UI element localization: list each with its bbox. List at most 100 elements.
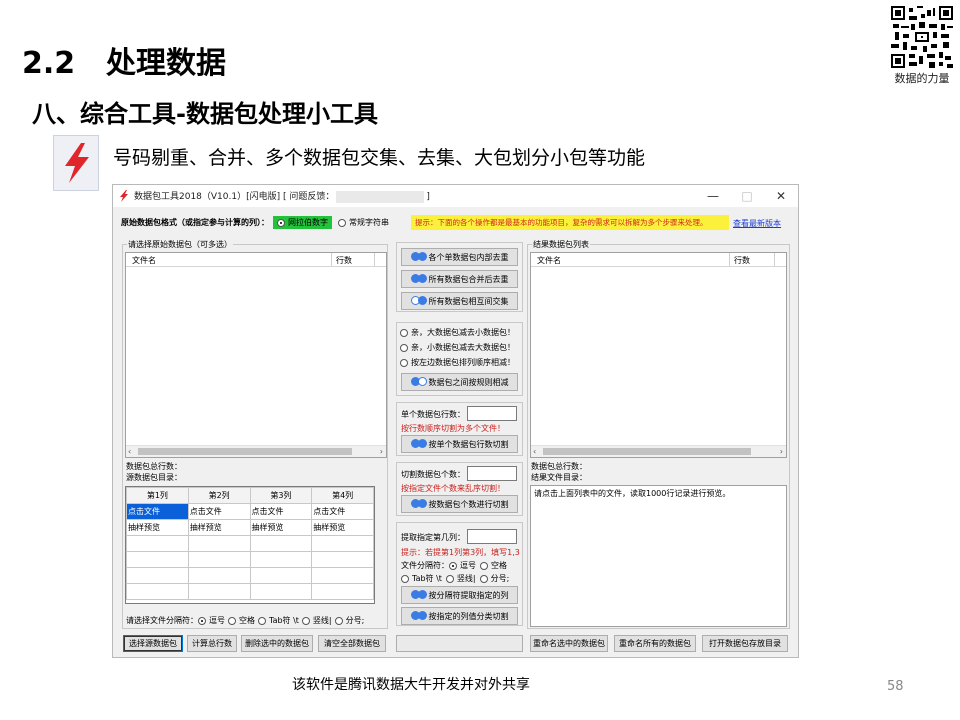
result-col-filename[interactable]: 文件名 — [537, 255, 561, 266]
scroll-right-icon[interactable]: › — [780, 447, 783, 456]
grid-column-header[interactable]: 第3列 — [249, 487, 313, 504]
grid-column-header[interactable]: 第4列 — [311, 487, 374, 504]
file-sep-row1: 文件分隔符： 逗号 空格 — [401, 560, 507, 571]
grid-cell[interactable] — [126, 583, 189, 600]
radio-icon[interactable] — [228, 616, 236, 625]
scroll-left-icon[interactable]: ‹ — [533, 447, 536, 456]
dedup-each-button[interactable]: 各个单数据包内部去重 — [401, 248, 518, 266]
preview-grid[interactable]: 第1列 第2列 第3列 第4列 点击文件 点击文件 点击文件 点击文件 抽样预览 抽样预览 抽样预… — [125, 486, 375, 604]
grid-column-header[interactable]: 第1列 — [126, 487, 189, 504]
single-rows-input[interactable] — [467, 406, 517, 421]
minimize-button[interactable]: — — [696, 185, 730, 207]
source-list-scrollbar[interactable]: ‹ › — [126, 445, 386, 457]
grid-cell[interactable] — [126, 551, 189, 568]
rename-selected-button[interactable]: 重命名选中的数据包 — [530, 635, 608, 652]
grid-cell[interactable] — [311, 551, 374, 568]
result-file-list[interactable]: 文件名 行数 ‹ › — [530, 252, 787, 458]
extract-button[interactable]: 按分隔符提取指定的列 — [401, 586, 518, 604]
result-total-rows: 数据包总行数： — [531, 462, 587, 471]
opt-big-minus-small[interactable]: 亲，大数据包减去小数据包！ — [400, 327, 515, 338]
format-option-number[interactable]: 网拉伯数字 — [273, 216, 332, 229]
grid-cell[interactable]: 抽样预览 — [249, 519, 313, 536]
window-title-suffix: ] — [426, 192, 430, 203]
scroll-thumb[interactable] — [543, 448, 751, 455]
grid-cell[interactable] — [187, 583, 251, 600]
grid-cell[interactable] — [187, 551, 251, 568]
result-list-scrollbar[interactable]: ‹ › — [531, 445, 786, 457]
grid-cell[interactable]: 点击文件 — [187, 503, 251, 520]
scroll-thumb[interactable] — [138, 448, 352, 455]
cut-rows-button[interactable]: 按单个数据包行数切割 — [401, 435, 518, 453]
classify-button[interactable]: 按指定的列值分类切割 — [401, 607, 518, 625]
grid-cell[interactable]: 抽样预览 — [126, 519, 189, 536]
tip-banner: 提示：下面的各个操作都是最基本的功能项目，复杂的需求可以拆解为多个步骤来处理。 — [411, 215, 729, 230]
grid-cell[interactable] — [311, 567, 374, 584]
grid-cell[interactable] — [249, 567, 313, 584]
grid-cell[interactable] — [311, 535, 374, 552]
radio-icon[interactable] — [480, 561, 488, 570]
radio-selected-icon[interactable] — [198, 616, 206, 625]
grid-cell[interactable] — [187, 535, 251, 552]
qr-code-icon — [891, 6, 953, 68]
lightning-icon — [53, 135, 99, 191]
scroll-right-icon[interactable]: › — [380, 447, 383, 456]
maximize-button[interactable]: □ — [730, 185, 764, 207]
open-folder-button[interactable]: 打开数据包存放目录 — [702, 635, 788, 652]
scroll-left-icon[interactable]: ‹ — [128, 447, 131, 456]
result-col-rows[interactable]: 行数 — [734, 255, 750, 266]
format-label: 原始数据包格式（或指定参与计算的列）： — [121, 218, 269, 227]
grid-cell[interactable]: 点击文件 — [249, 503, 313, 520]
double-dot-icon — [410, 498, 427, 510]
extract-col-input[interactable] — [467, 529, 517, 544]
grid-column-header[interactable]: 第2列 — [187, 487, 251, 504]
count-rows-button[interactable]: 计算总行数 — [187, 635, 237, 652]
result-preview-area[interactable]: 请点击上面列表中的文件，读取1000行记录进行预览。 — [530, 485, 787, 627]
select-source-button[interactable]: 选择源数据包 — [123, 635, 183, 652]
grid-cell[interactable] — [311, 583, 374, 600]
clear-all-button[interactable]: 清空全部数据包 — [318, 635, 386, 652]
col-rows[interactable]: 行数 — [336, 255, 352, 266]
radio-icon[interactable] — [401, 574, 409, 583]
opt-small-minus-big[interactable]: 亲，小数据包减去大数据包！ — [400, 342, 515, 353]
close-button[interactable]: ✕ — [764, 185, 798, 207]
grid-cell[interactable] — [249, 583, 313, 600]
radio-icon[interactable] — [258, 616, 266, 625]
merge-dedup-button[interactable]: 所有数据包合并后去重 — [401, 270, 518, 288]
radio-icon[interactable] — [445, 574, 454, 583]
intersect-button[interactable]: 所有数据包相互间交集 — [401, 292, 518, 310]
grid-cell[interactable] — [249, 551, 313, 568]
radio-icon — [400, 358, 408, 367]
cut-count-input[interactable] — [467, 466, 517, 481]
new-version-link[interactable]: 查看最新版本 — [733, 218, 781, 229]
format-option-string-label: 常规字符串 — [349, 218, 389, 227]
opt-left-order[interactable]: 按左边数据包排列顺序相减！ — [400, 357, 515, 368]
col-filename[interactable]: 文件名 — [132, 255, 156, 266]
grid-cell[interactable] — [249, 535, 313, 552]
rename-all-button[interactable]: 重命名所有的数据包 — [614, 635, 696, 652]
source-file-list[interactable]: 文件名 行数 ‹ › — [125, 252, 387, 458]
opt-small-minus-big-label: 亲，小数据包减去大数据包！ — [411, 343, 515, 352]
preview-body: 点击文件 点击文件 点击文件 点击文件 抽样预览 抽样预览 抽样预览 抽样预览 — [126, 503, 374, 600]
radio-icon — [400, 343, 408, 352]
mid-sep-semicolon: 分号; — [490, 574, 510, 583]
subtract-button[interactable]: 数据包之间按规则相减 — [401, 373, 518, 391]
delete-selected-button[interactable]: 删除选中的数据包 — [241, 635, 313, 652]
mid-sep-comma: 逗号 — [460, 561, 476, 570]
grid-cell[interactable]: 点击文件 — [126, 503, 189, 520]
grid-cell[interactable] — [126, 535, 189, 552]
radio-icon[interactable] — [334, 616, 343, 625]
radio-selected-icon[interactable] — [449, 561, 457, 570]
radio-icon[interactable] — [479, 574, 488, 583]
section-heading: 2.2 处理数据 — [22, 38, 226, 82]
grid-cell[interactable]: 抽样预览 — [311, 519, 374, 536]
opt-left-order-label: 按左边数据包排列顺序相减！ — [411, 358, 515, 367]
grid-cell[interactable]: 点击文件 — [311, 503, 374, 520]
cut-count-button[interactable]: 按数据包个数进行切割 — [401, 495, 518, 513]
grid-row: 抽样预览 抽样预览 抽样预览 抽样预览 — [126, 519, 374, 536]
radio-icon[interactable] — [301, 616, 310, 625]
grid-cell[interactable] — [126, 567, 189, 584]
grid-cell[interactable] — [187, 567, 251, 584]
grid-cell[interactable]: 抽样预览 — [187, 519, 251, 536]
sep-pipe: 竖线| — [312, 616, 332, 625]
format-option-string[interactable]: 常规字符串 — [338, 217, 389, 228]
